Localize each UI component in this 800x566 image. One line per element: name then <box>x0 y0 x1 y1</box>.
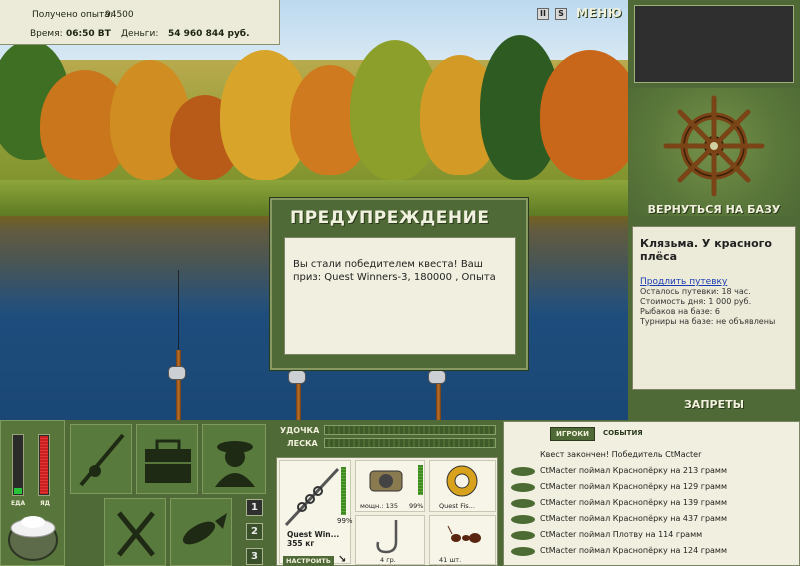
fishing-rod[interactable] <box>176 350 181 420</box>
page-1-button[interactable]: 1 <box>246 499 263 516</box>
rod-tool-button[interactable] <box>70 424 132 494</box>
reel <box>288 370 306 384</box>
reel <box>168 366 186 380</box>
time-label: Время: <box>30 29 63 39</box>
rod-with-reel-icon <box>284 467 340 527</box>
page-3-button[interactable]: 3 <box>246 548 263 565</box>
tournaments-status: Турниры на базе: не объявлены <box>640 317 776 326</box>
event-item: CtMacter поймал Плотву на 114 грамм <box>540 530 703 539</box>
extend-license-link[interactable]: Продлить путевку <box>640 277 727 287</box>
bait-ant-icon <box>447 525 481 543</box>
fish-cage-button[interactable] <box>170 498 232 566</box>
configure-button[interactable]: НАСТРОИТЬ <box>283 556 334 566</box>
dialog-title: ПРЕДУПРЕЖДЕНИЕ <box>290 208 490 228</box>
money-value: 54 960 844 руб. <box>168 29 250 39</box>
fish-icon <box>511 515 535 524</box>
poison-level <box>40 436 48 494</box>
reel-durability-bar <box>418 465 423 495</box>
poison-gauge <box>38 434 50 496</box>
rod-durability: 99% <box>337 517 353 525</box>
reel-icon <box>369 470 403 492</box>
food-bowl-icon[interactable] <box>6 510 60 566</box>
reel-power: мощн.: 135 <box>360 502 398 510</box>
food-gauge <box>12 434 24 496</box>
kitchen-button[interactable] <box>104 498 166 566</box>
page-2-button[interactable]: 2 <box>246 523 263 540</box>
line-bar-label: ЛЕСКА <box>287 439 318 448</box>
experience-label: Получено опыта: <box>32 10 113 20</box>
money-label: Деньги: <box>121 29 159 39</box>
warning-dialog[interactable]: ПРЕДУПРЕЖДЕНИЕ Вы стали победителем квес… <box>270 198 528 370</box>
back-to-base-button[interactable]: ВЕРНУТЬСЯ НА БАЗУ <box>628 203 800 216</box>
fish-icon <box>511 531 535 540</box>
event-header: Квест закончен! Победитель CtMacter <box>540 450 702 459</box>
anglers-count: Рыбаков на базе: 6 <box>640 307 720 316</box>
bans-button[interactable]: ЗАПРЕТЫ <box>628 398 800 411</box>
rod-icon <box>79 433 125 487</box>
events-panel: ИГРОКИ СОБЫТИЯ Квест закончен! Победител… <box>503 421 800 566</box>
event-item: CtMacter поймал Краснопёрку на 139 грамм <box>540 498 727 507</box>
poison-label: ЯД <box>40 500 50 507</box>
hook-icon <box>376 520 398 554</box>
tab-players[interactable]: ИГРОКИ <box>550 427 595 441</box>
event-item: CtMacter поймал Краснопёрку на 129 грамм <box>540 482 727 491</box>
event-item: CtMacter поймал Краснопёрку на 437 грамм <box>540 514 727 523</box>
license-remaining: Осталось путевки: 18 час. <box>640 287 751 296</box>
fork-knife-icon <box>117 511 155 557</box>
time-value: 06:50 ВТ <box>66 29 111 39</box>
reel-durability: 99% <box>409 502 424 510</box>
ship-wheel-area[interactable] <box>628 88 800 216</box>
rod-strength-bar <box>324 425 496 435</box>
hook-weight: 4 гр. <box>380 556 396 564</box>
food-level <box>14 488 22 494</box>
angler-icon <box>215 441 255 487</box>
location-info: Клязьма. У красного плёса Продлить путев… <box>632 226 796 390</box>
tab-events[interactable]: СОБЫТИЯ <box>600 427 646 439</box>
reel-slot[interactable]: мощн.: 135 99% <box>355 460 425 512</box>
line-strength-bar <box>324 438 496 448</box>
rod-bar-label: УДОЧКА <box>280 426 320 435</box>
rod-name: Quest Win... <box>287 530 340 539</box>
rod-slot[interactable]: 99% Quest Win... 355 кг НАСТРОИТЬ ↘ <box>279 460 353 566</box>
food-label: ЕДА <box>11 500 26 507</box>
dialog-message: Вы стали победителем квеста! Ваш приз: Q… <box>284 237 516 355</box>
line-name: Quest Fis... <box>439 502 475 510</box>
event-item: CtMacter поймал Краснопёрку на 213 грамм <box>540 466 727 475</box>
tackle-box-button[interactable] <box>136 424 198 494</box>
line-slot[interactable]: Quest Fis... <box>429 460 496 512</box>
menu-button[interactable]: МЕНЮ <box>576 6 622 20</box>
ship-wheel-icon[interactable] <box>628 88 800 216</box>
angler-button[interactable] <box>202 424 266 494</box>
info-screen <box>634 5 794 83</box>
pause-icon[interactable]: II <box>537 8 549 20</box>
fish-icon <box>511 483 535 492</box>
tackle-panel: 99% Quest Win... 355 кг НАСТРОИТЬ ↘ мощн… <box>276 457 498 566</box>
player-stats: Получено опыта: 94500 Время: 06:50 ВТ Де… <box>0 0 280 45</box>
sound-icon[interactable]: S <box>555 8 567 20</box>
hook-slot[interactable]: 4 гр. <box>355 515 425 565</box>
event-item: CtMacter поймал Краснопёрку на 124 грамм <box>540 546 727 555</box>
line-spool-icon <box>446 465 478 497</box>
tree <box>540 50 628 180</box>
fish-icon <box>511 547 535 556</box>
reel <box>428 370 446 384</box>
bait-slot[interactable]: 41 шт. <box>429 515 496 565</box>
bait-count: 41 шт. <box>439 556 462 564</box>
tackle-box-icon <box>145 439 191 483</box>
fish-icon <box>511 499 535 508</box>
experience-value: 94500 <box>105 10 134 20</box>
rod-weight: 355 кг <box>287 539 315 548</box>
fish-icon <box>511 467 535 476</box>
location-title: Клязьма. У красного плёса <box>640 237 772 263</box>
arrow-icon: ↘ <box>338 554 347 565</box>
rod-durability-bar <box>341 467 346 515</box>
fish-icon <box>182 513 227 545</box>
day-cost: Стоимость дня: 1 000 руб. <box>640 297 752 306</box>
